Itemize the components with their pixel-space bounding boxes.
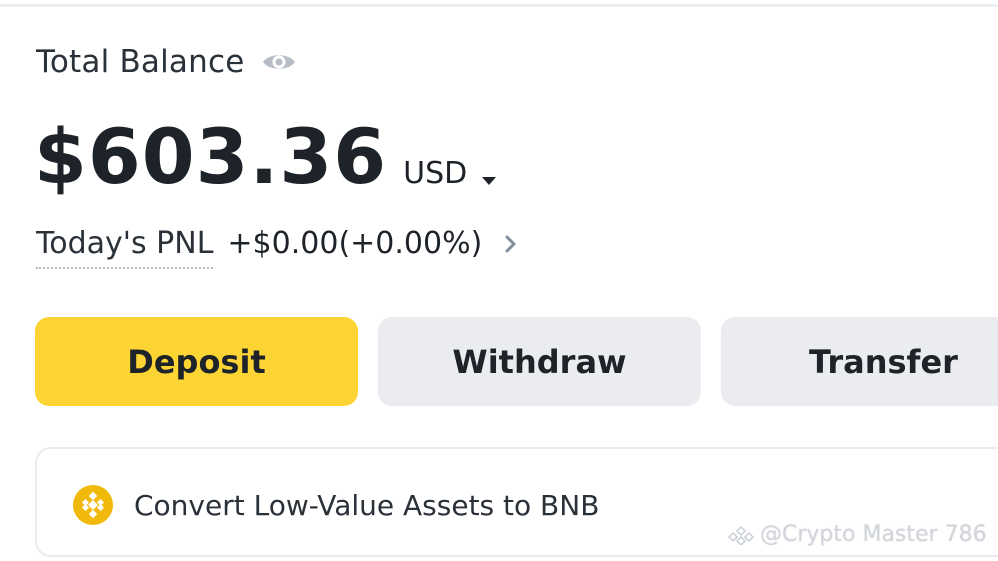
pnl-label: Today's PNL — [36, 226, 214, 269]
bnb-icon — [72, 484, 114, 526]
transfer-button[interactable]: Transfer — [721, 317, 998, 406]
top-divider — [0, 4, 998, 7]
deposit-button[interactable]: Deposit — [35, 317, 358, 406]
watermark-logo-icon — [727, 525, 755, 546]
balance-amount-row: $603.36 USD — [34, 112, 497, 201]
caret-down-icon — [481, 159, 497, 185]
convert-banner[interactable]: Convert Low-Value Assets to BNB — [72, 484, 599, 526]
pnl-value: +$0.00(+0.00%) — [227, 226, 483, 261]
currency-label: USD — [403, 156, 468, 191]
currency-selector[interactable]: USD — [403, 156, 497, 191]
pnl-row[interactable]: Today's PNL +$0.00(+0.00%) — [36, 226, 518, 269]
watermark-text: @Crypto Master 786 — [760, 522, 987, 547]
balance-header: Total Balance — [36, 44, 297, 80]
chevron-right-icon[interactable] — [504, 234, 518, 262]
watermark: @Crypto Master 786 — [727, 522, 987, 547]
balance-amount: $603.36 — [34, 112, 388, 201]
eye-icon[interactable] — [261, 50, 297, 74]
total-balance-label: Total Balance — [36, 44, 245, 80]
withdraw-button[interactable]: Withdraw — [378, 317, 701, 406]
convert-text: Convert Low-Value Assets to BNB — [134, 488, 600, 522]
